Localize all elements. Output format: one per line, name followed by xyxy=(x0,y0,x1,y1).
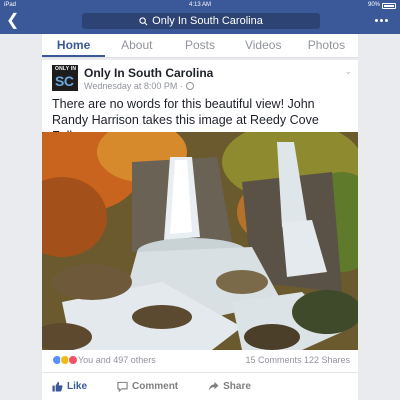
chevron-down-icon[interactable]: ⌄ xyxy=(344,66,352,77)
tab-photos[interactable]: Photos xyxy=(295,34,358,57)
like-button[interactable]: Like xyxy=(52,381,87,392)
search-bar[interactable]: Only In South Carolina xyxy=(82,13,320,29)
share-label: Share xyxy=(223,381,251,392)
love-reaction-icon xyxy=(68,355,78,365)
battery-icon xyxy=(382,2,396,9)
status-time: 4:13 AM xyxy=(188,2,211,8)
waterfall-photo xyxy=(42,132,358,350)
more-options-icon[interactable] xyxy=(375,19,388,22)
status-bar: iPad 4:13 AM 90% xyxy=(0,0,400,10)
tab-videos[interactable]: Videos xyxy=(232,34,295,57)
engagement-counts: You and 497 others 15 Comments 122 Share… xyxy=(52,354,350,368)
tab-home[interactable]: Home xyxy=(42,34,106,57)
avatar-text-main: SC xyxy=(55,73,74,89)
thumbs-up-icon xyxy=(52,381,63,392)
avatar-text-top: ONLY IN xyxy=(55,66,77,72)
post-time[interactable]: Wednesday at 8:00 PM · xyxy=(84,81,183,91)
reactions-text[interactable]: You and 497 others xyxy=(78,355,156,365)
post-photo[interactable] xyxy=(42,132,358,350)
comment-icon xyxy=(117,381,128,392)
comment-label: Comment xyxy=(132,381,179,392)
share-button[interactable]: Share xyxy=(208,381,251,392)
post-card: ONLY IN SC Only In South Carolina Wednes… xyxy=(42,60,358,400)
post-meta: Wednesday at 8:00 PM · xyxy=(84,81,194,91)
search-text: Only In South Carolina xyxy=(152,15,263,27)
comments-shares[interactable]: 15 Comments 122 Shares xyxy=(245,355,350,365)
chevron-left-icon: ❮ xyxy=(6,12,20,29)
page-name[interactable]: Only In South Carolina xyxy=(84,66,213,80)
comment-button[interactable]: Comment xyxy=(117,381,178,392)
action-bar: Like Comment Share xyxy=(42,372,358,400)
reaction-icons[interactable] xyxy=(52,355,78,365)
like-label: Like xyxy=(67,381,88,392)
back-button[interactable]: ❮ xyxy=(6,13,20,31)
page-tabs: Home About Posts Videos Photos xyxy=(42,34,358,58)
battery-text: 90% xyxy=(367,2,380,8)
share-icon xyxy=(208,381,219,391)
status-right: 90% xyxy=(368,0,396,10)
tab-posts[interactable]: Posts xyxy=(168,34,231,57)
search-icon xyxy=(139,16,148,25)
globe-icon xyxy=(185,82,194,90)
tab-about[interactable]: About xyxy=(105,34,168,57)
top-bar: iPad 4:13 AM 90% ❮ Only In South Carolin… xyxy=(0,0,400,34)
avatar[interactable]: ONLY IN SC xyxy=(52,65,78,91)
